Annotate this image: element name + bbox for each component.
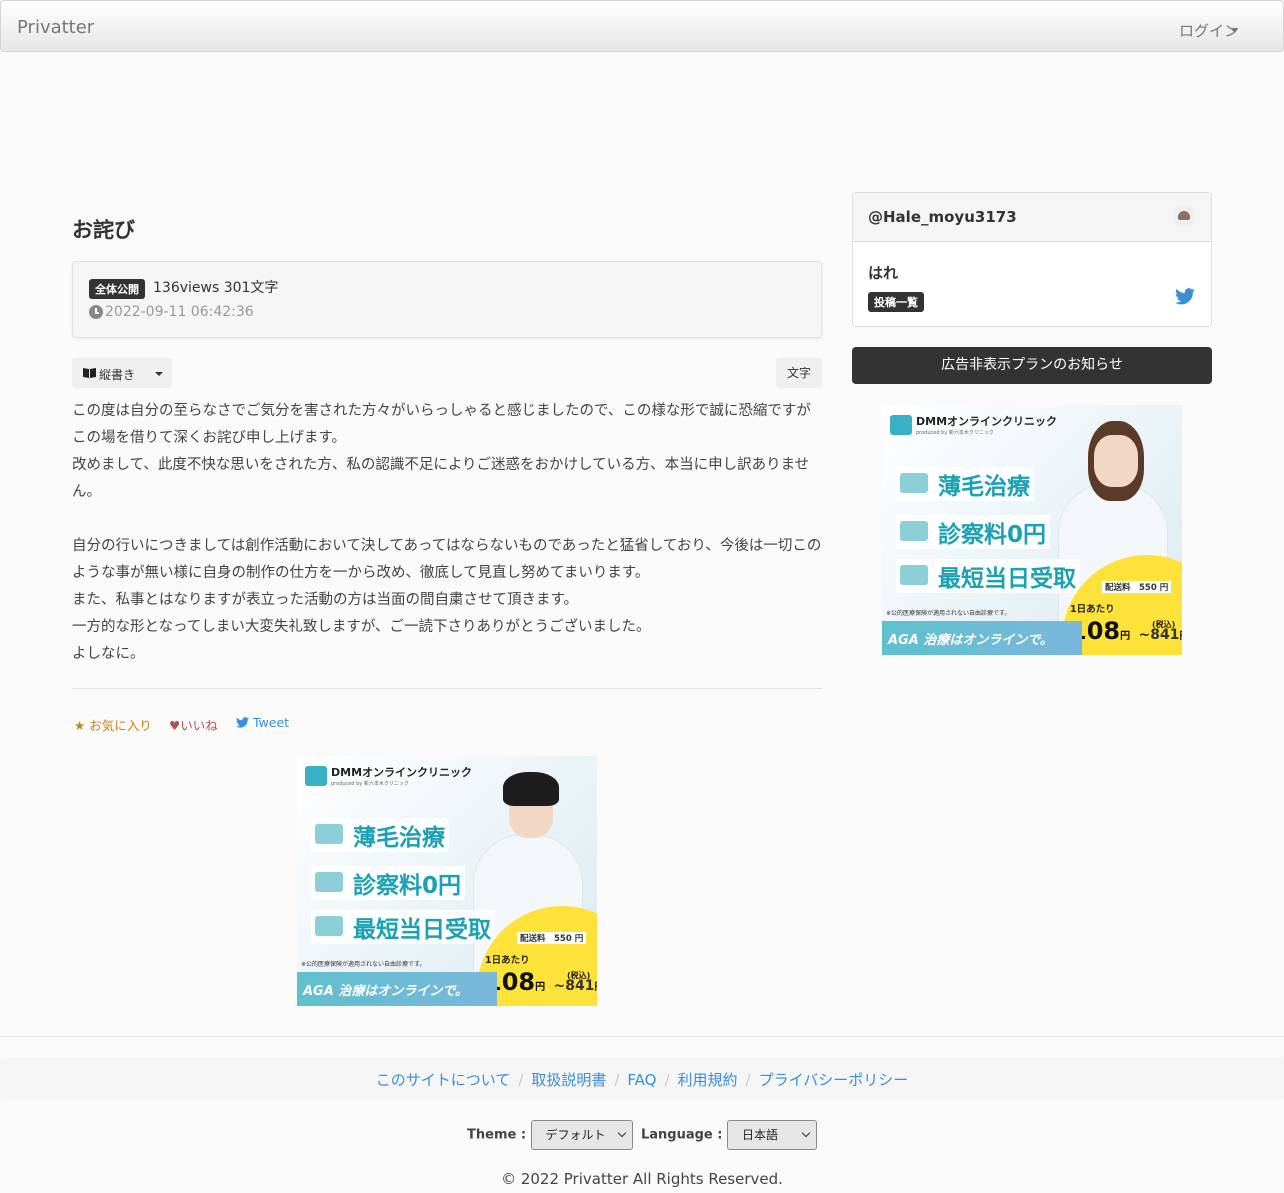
copyright: © 2022 Privatter All Rights Reserved. xyxy=(501,1170,783,1188)
ad-note: ※公的医療保険が適用されない自由診療です。 xyxy=(301,961,426,968)
footer-nav: このサイトについて / 取扱説明書 / FAQ / 利用規約 / プライバシーポリシー xyxy=(0,1058,1284,1100)
footer-divider xyxy=(0,1036,1284,1037)
ad-brand-sub: produced by 新六本木クリニック xyxy=(331,781,409,787)
vertical-writing-button[interactable]: 縦書き xyxy=(72,358,172,388)
separator: / xyxy=(664,1071,670,1089)
chevron-down-icon[interactable] xyxy=(1230,28,1238,32)
post-stats: 136views 301文字 xyxy=(153,280,279,296)
clinic-logo-icon xyxy=(305,766,327,786)
profile-name: はれ xyxy=(868,264,899,282)
twitter-icon xyxy=(236,717,249,728)
navbar: Privatter ログイン xyxy=(0,0,1284,52)
clinic-logo-icon xyxy=(890,415,912,435)
ad-banner-side[interactable]: DMMオンラインクリニック produced by 新六本木クリニック 薄毛治療… xyxy=(882,405,1182,655)
post-list-badge[interactable]: 投稿一覧 xyxy=(868,292,924,312)
favorite-button[interactable]: ★ お気に入り xyxy=(74,715,152,734)
profile-card-header: @Hale_moyu3173 xyxy=(853,193,1211,242)
vertical-writing-label: 縦書き xyxy=(99,368,136,382)
visibility-badge: 全体公開 xyxy=(89,279,145,299)
brand-logo[interactable]: Privatter xyxy=(17,17,94,38)
theme-label: Theme : xyxy=(467,1127,527,1143)
clock-icon xyxy=(89,305,103,319)
footer-link-about[interactable]: このサイトについて xyxy=(376,1071,511,1089)
ad-line-2: 診察料0円 xyxy=(311,866,466,900)
ad-brand: DMMオンラインクリニック xyxy=(331,766,473,779)
footer-link-manual[interactable]: 取扱説明書 xyxy=(531,1071,606,1089)
ad-per-day: 1日あたり xyxy=(485,955,530,966)
like-button[interactable]: ♥いいね xyxy=(169,715,218,734)
separator: / xyxy=(614,1071,620,1089)
ad-price: 108円 ~841円 xyxy=(1070,617,1182,645)
post-title: お詫び xyxy=(72,218,135,242)
star-icon: ★ xyxy=(74,718,86,733)
ad-line-3: 最短当日受取 xyxy=(896,559,1080,593)
tweet-label: Tweet xyxy=(252,715,290,730)
divider xyxy=(72,688,822,689)
tweet-button[interactable]: Tweet xyxy=(236,715,289,730)
language-label: Language : xyxy=(640,1127,723,1143)
post-meta: 全体公開 136views 301文字 2022-09-11 06:42:36 xyxy=(72,261,822,338)
ad-line-1: 薄毛治療 xyxy=(311,818,449,852)
favorite-label: お気に入り xyxy=(89,718,152,733)
like-label: いいね xyxy=(180,718,218,733)
ad-line-1: 薄毛治療 xyxy=(896,467,1034,501)
ad-per-day: 1日あたり xyxy=(1070,604,1115,615)
profile-username[interactable]: @Hale_moyu3173 xyxy=(868,208,1017,226)
ad-slogan: AGA 治療はオンラインで。 xyxy=(303,984,468,999)
language-select[interactable]: 日本語 xyxy=(726,1120,817,1150)
ad-line-3: 最短当日受取 xyxy=(311,910,495,944)
ad-price: 108円 ~841円 xyxy=(485,968,597,996)
profile-card: @Hale_moyu3173 はれ 投稿一覧 xyxy=(852,192,1212,327)
twitter-icon[interactable] xyxy=(1175,288,1195,305)
ad-banner-bottom[interactable]: DMMオンラインクリニック produced by 新六本木クリニック 薄毛治療… xyxy=(297,756,597,1006)
footer-link-terms[interactable]: 利用規約 xyxy=(678,1071,738,1089)
post-body: この度は自分の至らなさでご気分を害された方々がいらっしゃると感じましたので、この… xyxy=(72,403,822,662)
ad-brand-sub: produced by 新六本木クリニック xyxy=(916,430,994,436)
ad-note: ※公的医療保険が適用されない自由診療です。 xyxy=(886,610,1011,617)
separator: / xyxy=(745,1071,751,1089)
ad-shipping: 配送料 550 円 xyxy=(1102,581,1172,593)
footer-link-privacy[interactable]: プライバシーポリシー xyxy=(759,1071,909,1089)
ad-line-2: 診察料0円 xyxy=(896,515,1051,549)
separator: / xyxy=(518,1071,524,1089)
ad-shipping: 配送料 550 円 xyxy=(517,932,587,944)
heart-icon: ♥ xyxy=(169,718,181,733)
post-date: 2022-09-11 06:42:36 xyxy=(105,304,254,320)
ad-brand: DMMオンラインクリニック xyxy=(916,415,1058,428)
book-icon xyxy=(83,368,96,378)
ad-slogan: AGA 治療はオンラインで。 xyxy=(888,633,1053,648)
footer-settings: Theme : デフォルト Language : 日本語 xyxy=(0,1120,1284,1150)
ad-free-plan-button[interactable]: 広告非表示プランのお知らせ xyxy=(852,347,1212,384)
chevron-down-icon[interactable] xyxy=(155,372,163,376)
footer-link-faq[interactable]: FAQ xyxy=(627,1071,656,1089)
theme-select[interactable]: デフォルト xyxy=(530,1120,633,1150)
avatar[interactable] xyxy=(1173,205,1195,227)
font-size-button[interactable]: 文字 xyxy=(776,358,822,388)
